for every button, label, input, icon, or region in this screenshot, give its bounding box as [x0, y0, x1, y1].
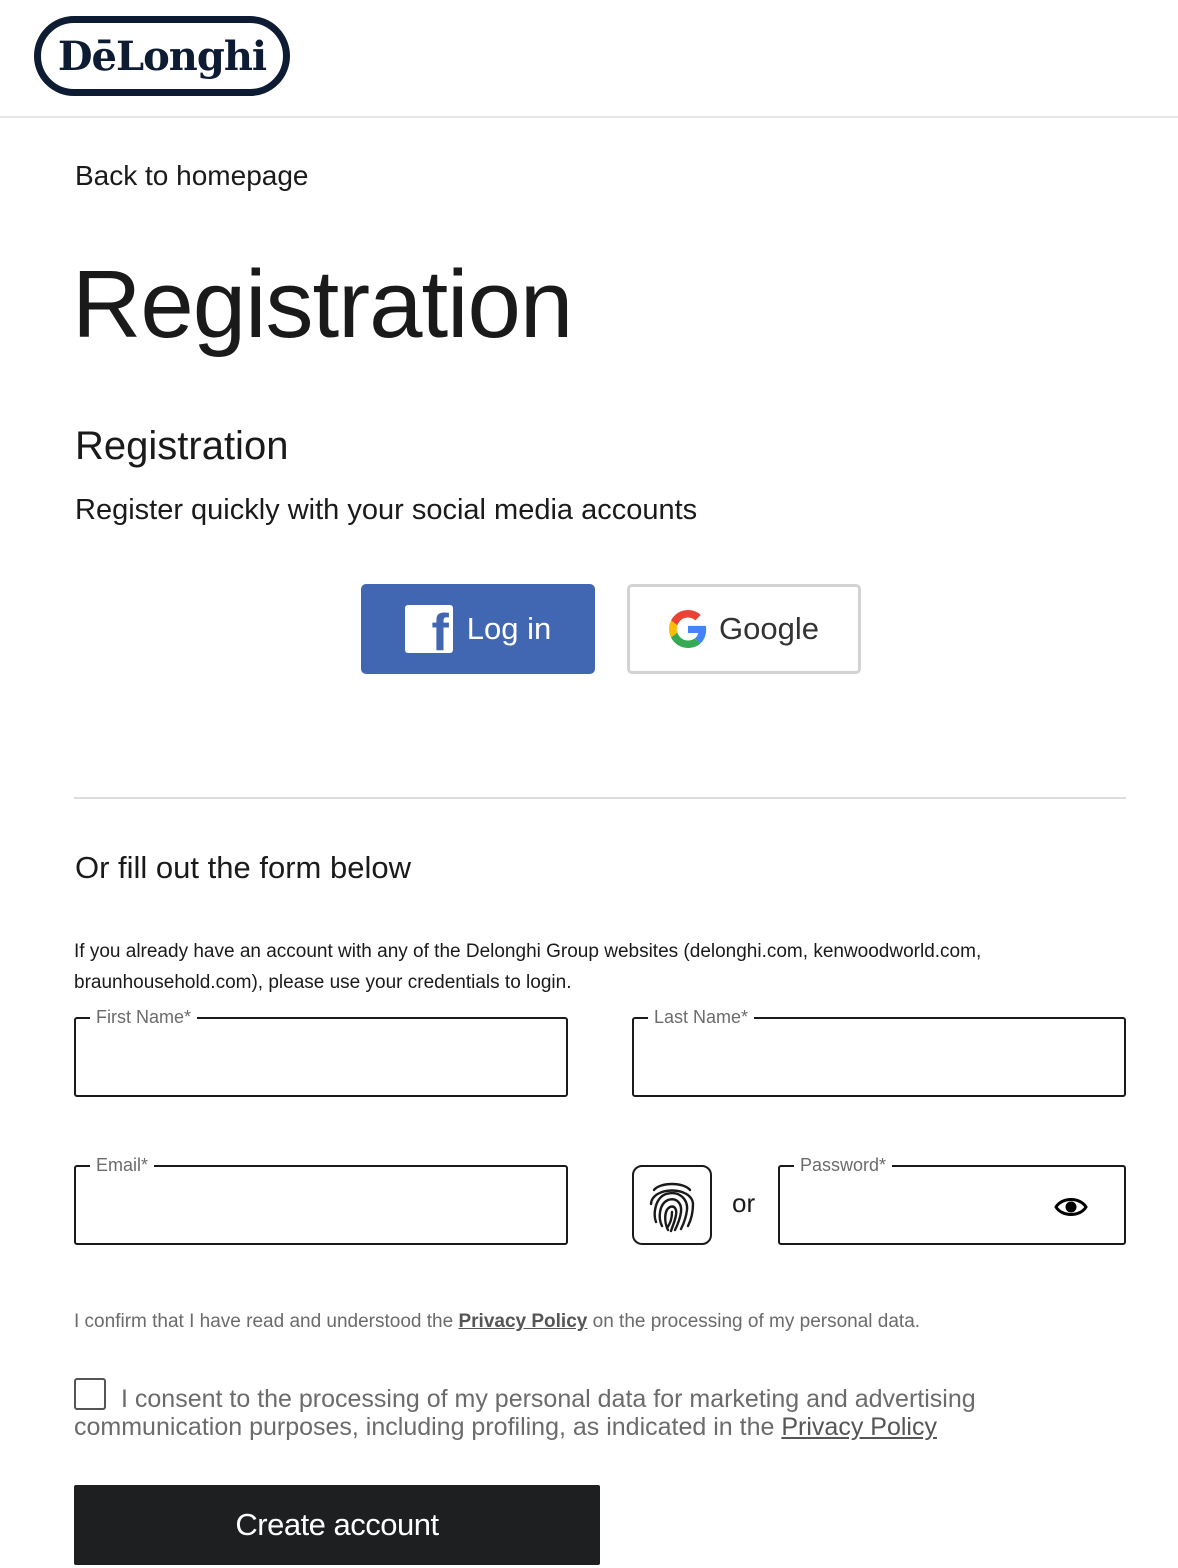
- fingerprint-icon: [649, 1182, 695, 1233]
- facebook-icon: f: [404, 605, 453, 653]
- marketing-consent-text: I consent to the processing of my person…: [74, 1385, 1034, 1441]
- social-section-title: Registration: [75, 424, 289, 468]
- existing-account-info: If you already have an account with any …: [74, 941, 982, 993]
- privacy-policy-link[interactable]: Privacy Policy: [458, 1311, 587, 1332]
- privacy-confirmation-text: I confirm that I have read and understoo…: [74, 1311, 920, 1333]
- back-to-homepage-link[interactable]: Back to homepage: [75, 160, 309, 192]
- first-name-field[interactable]: First Name*: [74, 1006, 568, 1097]
- logo-text: DēLonghi: [57, 32, 267, 80]
- privacy-prefix: I confirm that I have read and understoo…: [74, 1311, 454, 1332]
- google-login-button[interactable]: Google: [627, 584, 861, 674]
- or-separator: or: [732, 1188, 756, 1218]
- last-name-field[interactable]: Last Name*: [632, 1006, 1126, 1097]
- section-divider: [74, 797, 1126, 799]
- form-section-title: Or fill out the form below: [75, 850, 411, 885]
- create-account-button[interactable]: Create account: [74, 1485, 600, 1565]
- privacy-suffix: on the processing of my personal data.: [592, 1311, 921, 1332]
- google-login-label: Google: [719, 611, 819, 646]
- email-field[interactable]: Email*: [74, 1154, 568, 1245]
- delonghi-logo[interactable]: DēLonghi: [34, 16, 290, 96]
- fingerprint-passkey-button[interactable]: [632, 1165, 712, 1245]
- google-icon: [669, 610, 707, 648]
- password-field[interactable]: Password*: [778, 1154, 1126, 1245]
- email-input[interactable]: [76, 1167, 566, 1243]
- facebook-login-label: Log in: [466, 611, 552, 646]
- page-title: Registration: [72, 251, 573, 358]
- consent-privacy-policy-link[interactable]: Privacy Policy: [781, 1413, 937, 1441]
- facebook-login-button[interactable]: f Log in: [361, 584, 595, 674]
- first-name-input[interactable]: [76, 1019, 566, 1095]
- last-name-input[interactable]: [634, 1019, 1124, 1095]
- site-header: DēLonghi: [0, 0, 1178, 118]
- eye-icon[interactable]: [1054, 1193, 1088, 1221]
- social-section-subtitle: Register quickly with your social media …: [75, 494, 698, 526]
